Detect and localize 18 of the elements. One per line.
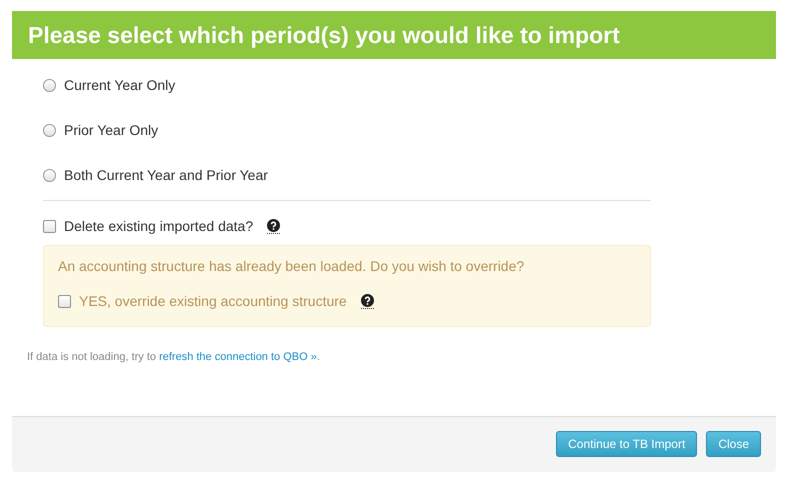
dialog-title: Please select which period(s) you would like to import xyxy=(28,20,620,50)
radio-button[interactable] xyxy=(43,124,56,136)
help-icon[interactable] xyxy=(360,294,374,309)
checkbox[interactable] xyxy=(58,295,71,308)
dialog-button[interactable]: Continue to TB Import xyxy=(556,431,698,457)
radio-label: Current Year Only xyxy=(64,76,176,95)
radio-label: Both Current Year and Prior Year xyxy=(64,166,268,184)
dialog-button[interactable]: Close xyxy=(706,431,761,457)
refresh-link[interactable]: refresh the connection to QBO » xyxy=(159,351,317,363)
radio-button[interactable] xyxy=(43,168,56,182)
warning-message: An accounting structure has already been loaded. Do you wish to override? xyxy=(58,257,526,276)
help-icon[interactable] xyxy=(267,219,280,234)
radio-label: Prior Year Only xyxy=(64,120,158,140)
checkbox-label: Delete existing imported data? xyxy=(64,217,254,236)
checkbox[interactable] xyxy=(43,220,56,233)
hint-text: If data is not loading, try to refresh the connection to QBO ». xyxy=(26,350,321,365)
radio-button[interactable] xyxy=(43,78,56,92)
checkbox-label: YES, override existing accounting structure xyxy=(79,292,347,311)
